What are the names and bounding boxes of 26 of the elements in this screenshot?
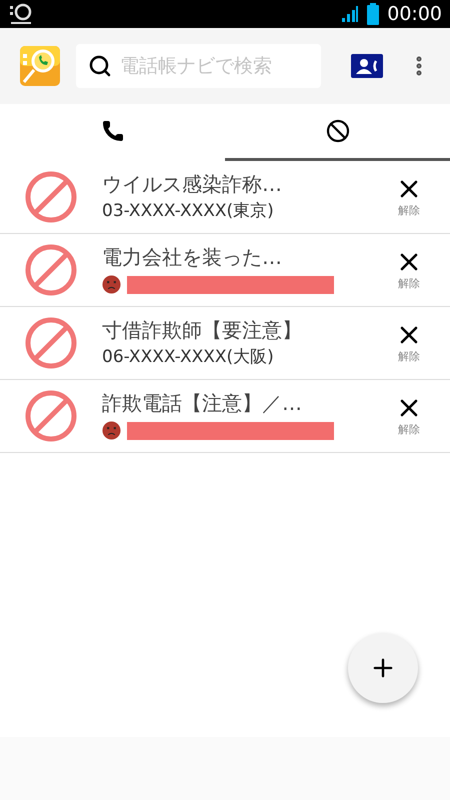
battery-icon xyxy=(367,3,380,25)
block-icon xyxy=(24,316,78,370)
block-icon xyxy=(24,170,78,224)
unblock-button[interactable]: 解除 xyxy=(384,248,434,292)
unblock-button[interactable]: 解除 xyxy=(384,174,434,220)
phone-number: 06-XXXX-XXXX(大阪) xyxy=(102,346,275,368)
block-icon xyxy=(24,389,78,443)
entry-title: 寸借詐欺師【要注意】 xyxy=(102,318,303,343)
contact-call-icon[interactable] xyxy=(351,54,383,78)
app-notification-icon xyxy=(8,2,34,26)
entry-title: ウイルス感染詐称… xyxy=(102,172,283,197)
unblock-button[interactable]: 解除 xyxy=(384,394,434,438)
phone-icon xyxy=(100,119,124,143)
block-icon xyxy=(326,119,350,143)
unblock-button[interactable]: 解除 xyxy=(384,320,434,366)
search-field[interactable]: 電話帳ナビで検索 xyxy=(76,44,321,88)
sad-face-icon xyxy=(102,275,121,294)
search-input[interactable]: 電話帳ナビで検索 xyxy=(120,52,317,80)
search-icon xyxy=(88,54,112,78)
phone-number: 03-XXXX-XXXX(東京) xyxy=(102,200,275,222)
sad-face-icon xyxy=(102,421,121,440)
entry-title: 詐欺電話【注意】／… xyxy=(102,391,303,416)
clock-time: 00:00 xyxy=(387,2,442,27)
signal-icon xyxy=(341,5,360,23)
entry-title: 電力会社を装った… xyxy=(102,245,283,270)
block-icon xyxy=(24,243,78,297)
